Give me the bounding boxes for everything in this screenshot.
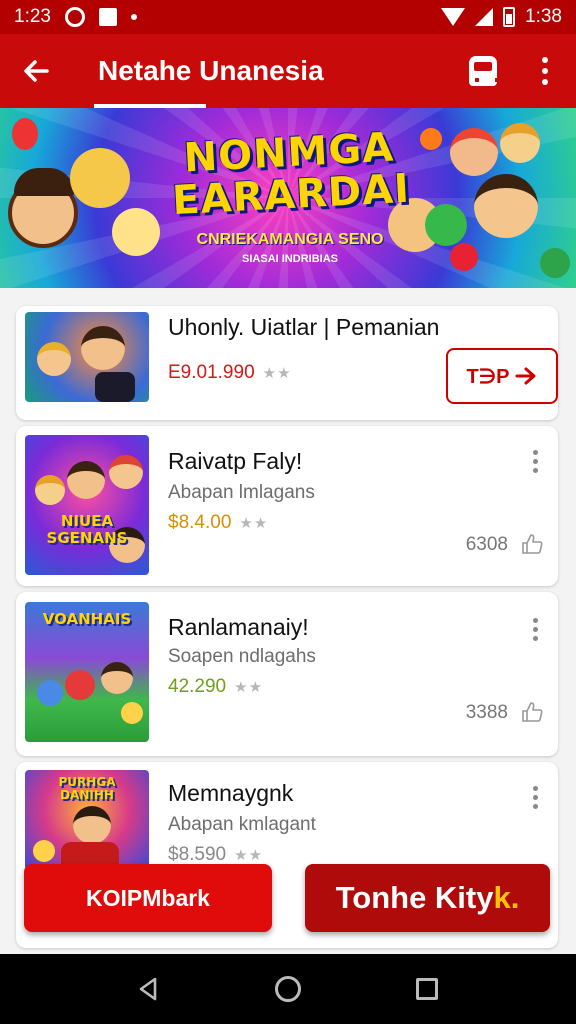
item-title: Ranlamanaiy!	[168, 614, 309, 640]
item-count: 3388	[465, 702, 508, 723]
nav-back-button[interactable]	[124, 964, 174, 1014]
status-time-left: 1:23	[14, 6, 51, 27]
item-price-row: E9.01.990 ★★	[168, 362, 292, 384]
game-thumbnail	[25, 312, 149, 402]
back-button[interactable]	[0, 34, 72, 108]
red-orb-icon	[450, 243, 478, 271]
item-price: $8.4.00	[168, 512, 232, 533]
signal-icon	[475, 8, 494, 26]
rating-stars-icon: ★★	[262, 365, 292, 382]
dot-notification-icon	[130, 14, 137, 20]
list-item[interactable]: VOANHAIS Ranlamanaiy! Soapen ndlagahs 42…	[16, 592, 558, 756]
item-title: Raivatp Faly!	[168, 448, 303, 474]
circle-notification-icon	[64, 7, 85, 27]
system-nav-bar	[0, 954, 576, 1024]
banner-title: NONMGA EARARDAI	[171, 124, 412, 225]
cartoon-character-main	[474, 174, 538, 238]
more-vertical-icon[interactable]	[526, 614, 544, 644]
item-count: 6308	[465, 534, 508, 555]
cartoon-character-redhair	[450, 128, 498, 176]
item-price-row: 42.290 ★★	[168, 676, 263, 698]
arrow-right-icon	[515, 367, 536, 385]
item-price: $8.590	[168, 844, 227, 865]
rating-stars-icon: ★★	[234, 847, 264, 864]
wifi-icon	[441, 8, 466, 26]
triangle-back-icon	[140, 977, 157, 1001]
cartoon-character-top	[500, 123, 540, 163]
secondary-action-button[interactable]: Tonhe Kity k.	[305, 864, 550, 932]
thumbs-up-icon[interactable]	[520, 532, 544, 556]
rating-stars-icon: ★★	[234, 679, 264, 696]
nav-home-button[interactable]	[263, 964, 313, 1014]
green-monster-icon	[425, 204, 467, 246]
status-time-right: 1:38	[525, 6, 562, 27]
orange-orb-icon	[420, 128, 442, 150]
primary-action-button[interactable]: KOIPMbark	[24, 864, 272, 932]
status-bar: 1:23 1:38	[0, 0, 576, 34]
item-subtitle: Soapen ndlagahs	[168, 646, 316, 667]
bus-icon	[469, 56, 499, 86]
banner-tagline: SIASAI INDRIBIAS	[242, 253, 338, 265]
item-subtitle: Abapan kmlagant	[168, 814, 316, 835]
banner-subtitle: CNRIEKAMANGIA SENO	[196, 231, 384, 248]
thumbnail-text: PURHGA DANIHH	[58, 775, 116, 802]
promo-banner[interactable]: NONMGA EARARDAI CNRIEKAMANGIA SENO SIASA…	[0, 108, 576, 288]
item-title: Uhonly. Uiatlar | Pemanian	[168, 314, 440, 340]
item-price: E9.01.990	[168, 362, 255, 383]
item-subtitle: Abapan lmlagans	[168, 482, 315, 503]
battery-icon	[503, 7, 516, 27]
more-options-button[interactable]	[514, 34, 576, 108]
thumbs-up-icon[interactable]	[520, 700, 544, 724]
secondary-action-accent: k.	[493, 880, 520, 915]
game-thumbnail: NIUEA SGENANS	[25, 435, 149, 575]
arrow-left-icon	[24, 60, 49, 82]
square-recents-icon	[415, 978, 438, 1000]
page-title: Netahe Unanesia	[72, 34, 324, 108]
app-screen: 1:23 1:38 Netahe Unanesia NONMGA EARARDA…	[0, 0, 576, 1024]
cartoon-character-small	[112, 208, 160, 256]
more-vertical-icon	[542, 57, 548, 85]
top-button[interactable]: T∋P	[446, 348, 558, 404]
primary-action-label: KOIPMbark	[86, 884, 210, 911]
circle-home-icon	[274, 976, 301, 1002]
nav-recents-button[interactable]	[402, 964, 452, 1014]
item-title: Memnaygnk	[168, 780, 294, 806]
more-vertical-icon[interactable]	[526, 782, 544, 812]
bus-button[interactable]	[452, 34, 514, 108]
image-notification-icon	[98, 8, 117, 26]
balloon-icon	[12, 118, 38, 150]
more-vertical-icon[interactable]	[526, 446, 544, 476]
list-item[interactable]: Uhonly. Uiatlar | Pemanian E9.01.990 ★★ …	[16, 306, 558, 420]
item-price-row: $8.590 ★★	[168, 844, 263, 866]
thumbnail-text: VOANHAIS	[42, 610, 132, 628]
game-thumbnail: PURHGA DANIHH	[25, 770, 149, 870]
secondary-action-label: Tonhe Kity	[335, 880, 494, 915]
thumbnail-text: NIUEA SGENANS	[46, 512, 128, 547]
rating-stars-icon: ★★	[239, 515, 269, 532]
item-price: 42.290	[168, 676, 227, 697]
game-thumbnail: VOANHAIS	[25, 602, 149, 742]
top-button-label: T∋P	[466, 365, 510, 388]
cartoon-character-yellow	[70, 148, 130, 208]
app-bar: Netahe Unanesia	[0, 34, 576, 108]
item-price-row: $8.4.00 ★★	[168, 512, 268, 534]
green-orb-icon	[540, 248, 570, 278]
list-item[interactable]: NIUEA SGENANS Raivatp Faly! Abapan lmlag…	[16, 426, 558, 586]
